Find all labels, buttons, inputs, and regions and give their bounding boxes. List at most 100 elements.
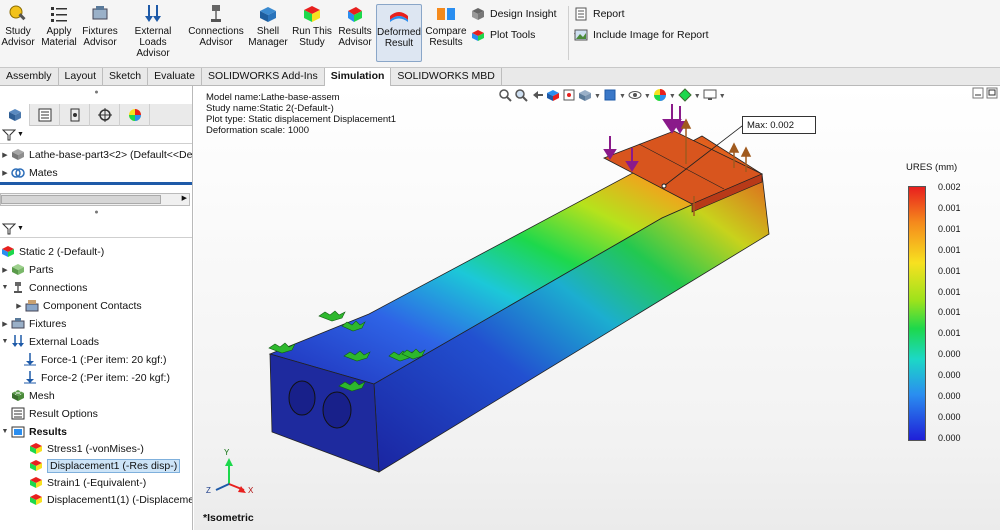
tree-item-force-2[interactable]: Force-2 (:Per item: -20 kgf:) (22, 369, 170, 386)
expand-icon[interactable]: ▶ (0, 320, 10, 328)
tab-solidworks-mbd[interactable]: SOLIDWORKS MBD (391, 68, 502, 86)
active-row-indicator (0, 182, 192, 185)
deformed-result-icon (388, 5, 410, 25)
scrollbar-thumb[interactable] (1, 195, 161, 204)
legend-label: 0.000 (938, 391, 961, 402)
tree-item-external-loads[interactable]: ▼ External Loads (0, 333, 99, 350)
connections-advisor-button[interactable]: Connections Advisor (188, 4, 244, 62)
command-manager-tabs: Assembly Layout Sketch Evaluate SOLIDWOR… (0, 68, 1000, 86)
connections-icon (10, 281, 26, 295)
tree-item-displacement1[interactable]: Displacement1 (-Res disp-) (28, 457, 181, 474)
tree-item-displacement1-1[interactable]: Displacement1(1) (-Displacement (28, 491, 193, 508)
tree-item-parts[interactable]: ▶ Parts (0, 261, 54, 278)
tab-layout[interactable]: Layout (59, 68, 104, 86)
feature-filter[interactable]: ▼ (0, 126, 192, 144)
graphics-viewport[interactable]: ▼ ▼ ▼ ▼ ▼ ▼ Model name:Lathe-base-assem … (194, 86, 1000, 530)
design-insight-button[interactable]: Design Insight (471, 7, 557, 21)
legend-label: 0.001 (938, 244, 961, 255)
coordinate-triad (215, 458, 246, 493)
include-image-for-report-button[interactable]: Include Image for Report (574, 28, 709, 42)
ribbon-separator (568, 6, 569, 60)
tree-item-component-contacts[interactable]: ▶ Component Contacts (14, 297, 142, 314)
tree-item-mesh[interactable]: Mesh (0, 387, 55, 404)
display-manager-tab[interactable] (120, 104, 150, 126)
legend-color-bar[interactable] (908, 186, 926, 441)
tab-evaluate[interactable]: Evaluate (148, 68, 203, 86)
legend-label: 0.001 (938, 307, 961, 318)
collapse-icon[interactable]: ▼ (0, 338, 10, 345)
panel-splitter-handle[interactable]: ● (0, 209, 192, 216)
tree-item-stress1[interactable]: Stress1 (-vonMises-) (28, 440, 144, 457)
tree-item-mates[interactable]: ▶ Mates (0, 164, 57, 181)
feature-manager-panel: ● ▼ ▶ Lathe-base-part3<2> (Default<<De ▶… (0, 86, 193, 530)
tree-item-fixtures[interactable]: ▶ Fixtures (0, 315, 66, 332)
deformed-result-label: Deformed Result (377, 27, 421, 49)
run-study-icon (301, 4, 323, 24)
tree-item-results[interactable]: ▼ Results (0, 423, 67, 440)
study-filter[interactable]: ▼ (0, 220, 192, 238)
property-manager-tab[interactable] (30, 104, 60, 126)
connections-icon (205, 4, 227, 24)
apply-material-button[interactable]: Apply Material (40, 4, 78, 62)
collapse-icon[interactable]: ▼ (0, 284, 10, 291)
component-contacts-icon (24, 299, 40, 313)
study-advisor-button[interactable]: Study Advisor (1, 4, 35, 62)
results-advisor-button[interactable]: Results Advisor (336, 4, 374, 62)
fixtures-advisor-label: Fixtures Advisor (82, 26, 118, 48)
scroll-right-icon[interactable]: ▶ (182, 194, 187, 202)
max-value-callout[interactable]: Max: 0.002 (742, 116, 816, 134)
external-loads-advisor-label: External Loads Advisor (134, 26, 172, 59)
compare-results-button[interactable]: Compare Results (425, 4, 467, 62)
include-image-icon (574, 29, 588, 41)
max-value-text: Max: 0.002 (747, 119, 794, 131)
tree-item-study[interactable]: Static 2 (-Default-) (0, 243, 104, 260)
shell-manager-button[interactable]: Shell Manager (247, 4, 289, 62)
displacement1-label: Displacement1 (-Res disp-) (47, 458, 181, 473)
plot-tools-button[interactable]: Plot Tools ▼ (471, 28, 580, 42)
configuration-manager-tab[interactable] (60, 104, 90, 126)
stress1-label: Stress1 (-vonMises-) (47, 442, 144, 455)
view-orientation-name: *Isometric (203, 512, 254, 524)
filter-icon (2, 129, 16, 140)
report-button[interactable]: Report (574, 7, 625, 21)
report-icon (575, 7, 587, 21)
fixtures-advisor-button[interactable]: Fixtures Advisor (80, 4, 120, 62)
configuration-icon (70, 108, 79, 122)
deformed-result-button[interactable]: Deformed Result (376, 4, 422, 62)
tree-item-part[interactable]: ▶ Lathe-base-part3<2> (Default<<De (0, 146, 192, 163)
tab-assembly[interactable]: Assembly (0, 68, 59, 86)
feature-manager-tab[interactable] (0, 104, 30, 126)
tab-sketch[interactable]: Sketch (103, 68, 149, 86)
expand-icon[interactable]: ▶ (0, 169, 10, 177)
displacement1-1-label: Displacement1(1) (-Displacement (47, 493, 193, 506)
tree-item-force-1[interactable]: Force-1 (:Per item: 20 kgf:) (22, 351, 166, 368)
tree-item-result-options[interactable]: Result Options (0, 405, 98, 422)
axis-y-label: Y (224, 448, 230, 457)
fixtures-icon (89, 4, 111, 24)
tab-simulation[interactable]: Simulation (324, 68, 392, 86)
fea-model-render[interactable] (194, 86, 1000, 530)
compare-results-label: Compare Results (425, 26, 467, 48)
end-bore-2 (322, 391, 352, 429)
tree-item-connections[interactable]: ▼ Connections (0, 279, 88, 296)
collapse-icon[interactable]: ▼ (0, 428, 10, 435)
expand-icon[interactable]: ▶ (14, 302, 24, 310)
result-options-label: Result Options (29, 407, 98, 420)
tree-item-strain1[interactable]: Strain1 (-Equivalent-) (28, 474, 146, 491)
results-folder-icon (10, 425, 26, 439)
mesh-label: Mesh (29, 389, 55, 402)
dimxpert-manager-tab[interactable] (90, 104, 120, 126)
external-loads-icon (142, 4, 164, 24)
result-options-icon (10, 407, 26, 421)
expand-icon[interactable]: ▶ (0, 266, 10, 274)
parts-label: Parts (29, 263, 54, 276)
expand-icon[interactable]: ▶ (0, 151, 10, 159)
run-this-study-button[interactable]: Run This Study (292, 4, 332, 62)
legend-label: 0.001 (938, 328, 961, 339)
shell-manager-label: Shell Manager (248, 26, 288, 48)
external-loads-advisor-button[interactable]: External Loads Advisor (122, 4, 184, 62)
tab-solidworks-add-ins[interactable]: SOLIDWORKS Add-Ins (202, 68, 325, 86)
panel-splitter-handle[interactable]: ● (0, 89, 192, 96)
force-2-label: Force-2 (:Per item: -20 kgf:) (41, 371, 170, 384)
horizontal-scrollbar[interactable]: ▶ (0, 193, 190, 206)
